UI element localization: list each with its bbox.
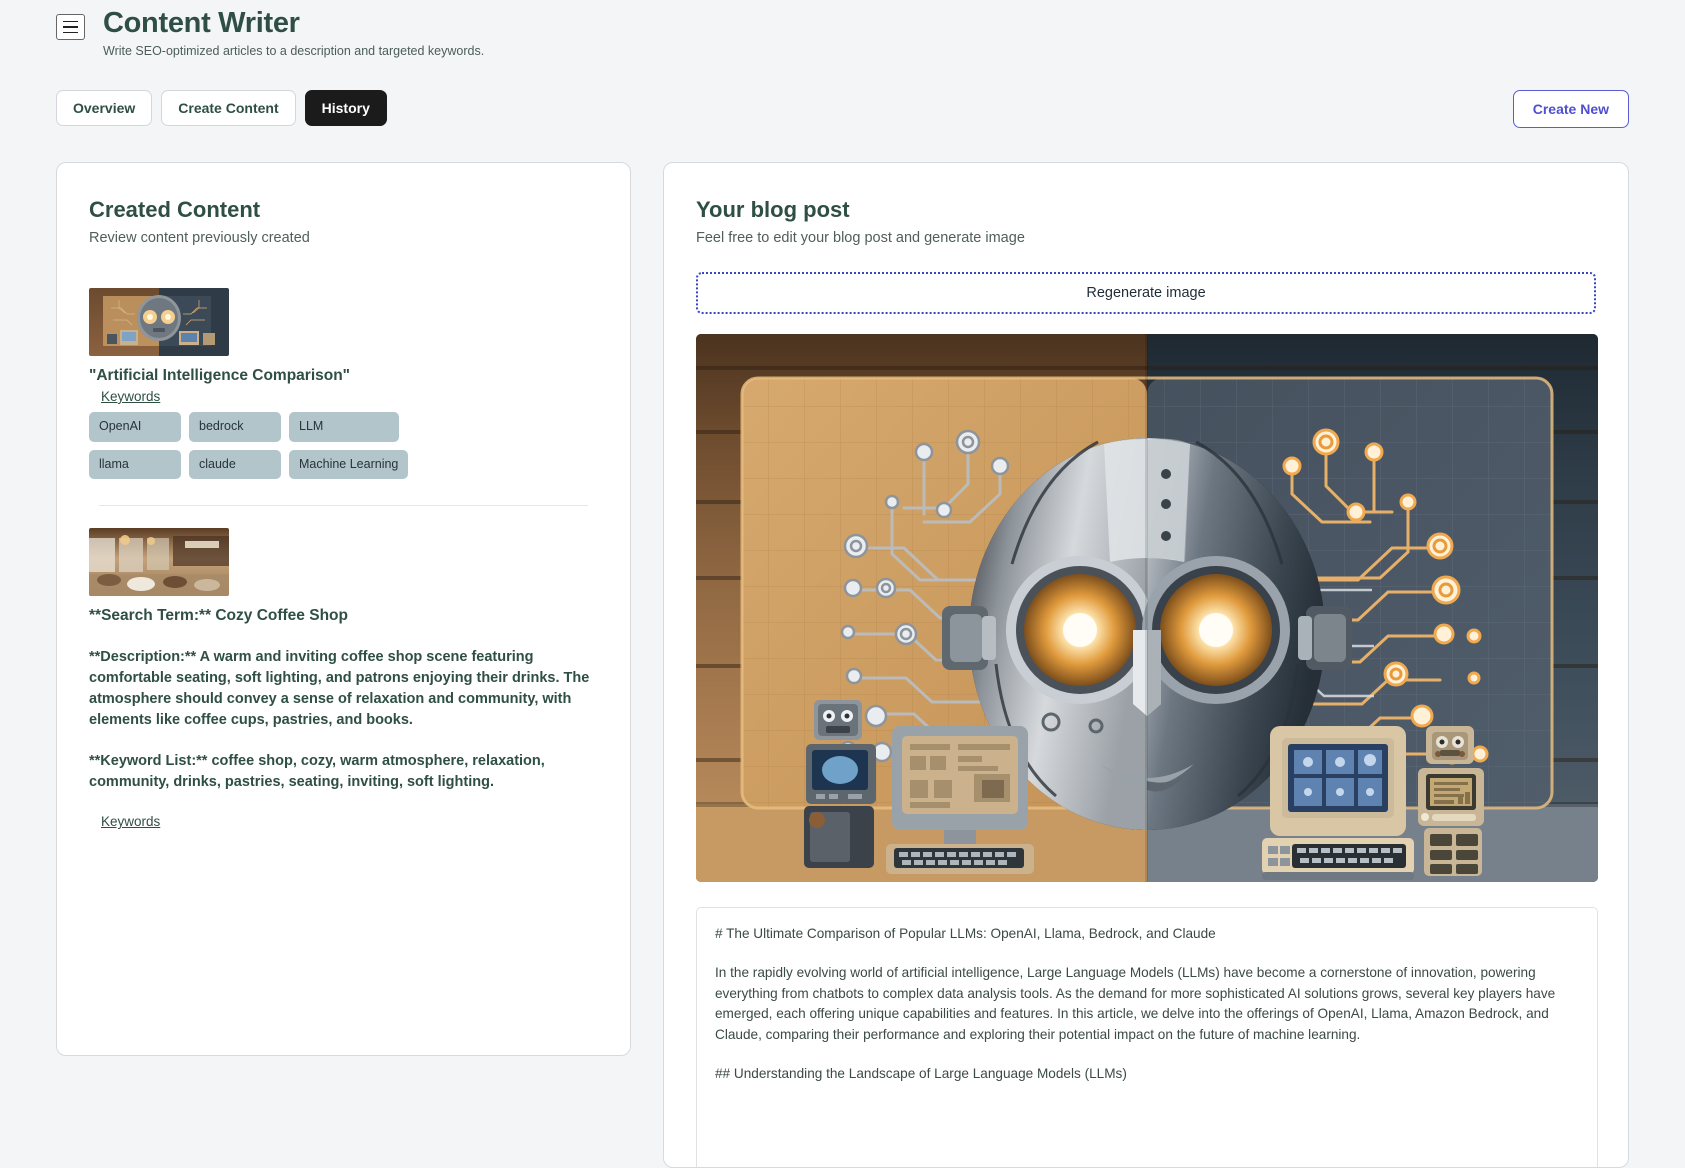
list-item-body: **Description:** A warm and inviting cof…: [89, 647, 598, 793]
blog-heading-2: ## Understanding the Landscape of Large …: [715, 1065, 1127, 1081]
list-divider: [99, 505, 588, 507]
list-item[interactable]: "Artificial Intelligence Comparison" Key…: [89, 288, 598, 507]
blog-post-editor[interactable]: # The Ultimate Comparison of Popular LLM…: [696, 907, 1598, 1167]
ai-robot-split-retro-computers-image[interactable]: [696, 334, 1598, 882]
keyword-chip[interactable]: LLM: [289, 411, 399, 442]
keyword-chip[interactable]: claude: [189, 449, 281, 480]
blog-post-title: Your blog post: [696, 197, 850, 222]
tab-bar: Overview Create Content History: [56, 90, 387, 127]
tab-overview[interactable]: Overview: [56, 90, 153, 127]
keywords-link[interactable]: Keywords: [101, 814, 160, 829]
tab-history[interactable]: History: [304, 90, 387, 127]
list-item[interactable]: **Search Term:** Cozy Coffee Shop **Desc…: [89, 528, 598, 831]
page-title: Content Writer: [103, 7, 300, 39]
item-description: **Description:** A warm and inviting cof…: [89, 649, 590, 729]
page-header: Content Writer Write SEO-optimized artic…: [56, 8, 484, 59]
tab-create-content[interactable]: Create Content: [161, 90, 296, 127]
blog-post-card: Your blog post Feel free to edit your bl…: [663, 162, 1629, 1168]
created-content-title: Created Content: [89, 197, 261, 222]
hamburger-menu-icon[interactable]: [56, 14, 85, 40]
item-keyword-list: **Keyword List:** coffee shop, cozy, war…: [89, 753, 545, 791]
keyword-chip-list: OpenAI bedrock LLM llama claude Machine …: [89, 411, 409, 480]
keywords-link[interactable]: Keywords: [101, 389, 160, 404]
page-subtitle: Write SEO-optimized articles to a descri…: [103, 44, 485, 59]
create-new-button[interactable]: Create New: [1512, 90, 1629, 129]
title-row: Content Writer Write SEO-optimized artic…: [56, 8, 484, 59]
keyword-chip[interactable]: OpenAI: [89, 411, 181, 442]
keyword-chip[interactable]: bedrock: [189, 411, 281, 442]
app-root: Content Writer Write SEO-optimized artic…: [0, 0, 1685, 1168]
keyword-chip[interactable]: Machine Learning: [289, 449, 409, 480]
blog-paragraph-1: In the rapidly evolving world of artific…: [715, 965, 1556, 1042]
keyword-chip[interactable]: llama: [89, 449, 181, 480]
ai-robot-split-thumbnail[interactable]: [89, 288, 229, 356]
list-item-title: "Artificial Intelligence Comparison": [89, 367, 351, 384]
blog-heading-1: # The Ultimate Comparison of Popular LLM…: [715, 926, 1216, 941]
list-item-title: **Search Term:** Cozy Coffee Shop: [89, 607, 348, 625]
created-content-subtitle: Review content previously created: [89, 230, 310, 246]
cozy-coffee-shop-thumbnail[interactable]: [89, 528, 229, 597]
created-content-card: Created Content Review content previousl…: [56, 162, 631, 1056]
blog-post-subtitle: Feel free to edit your blog post and gen…: [696, 230, 1025, 246]
regenerate-image-button[interactable]: Regenerate image: [696, 272, 1596, 314]
content-list: "Artificial Intelligence Comparison" Key…: [89, 288, 598, 831]
